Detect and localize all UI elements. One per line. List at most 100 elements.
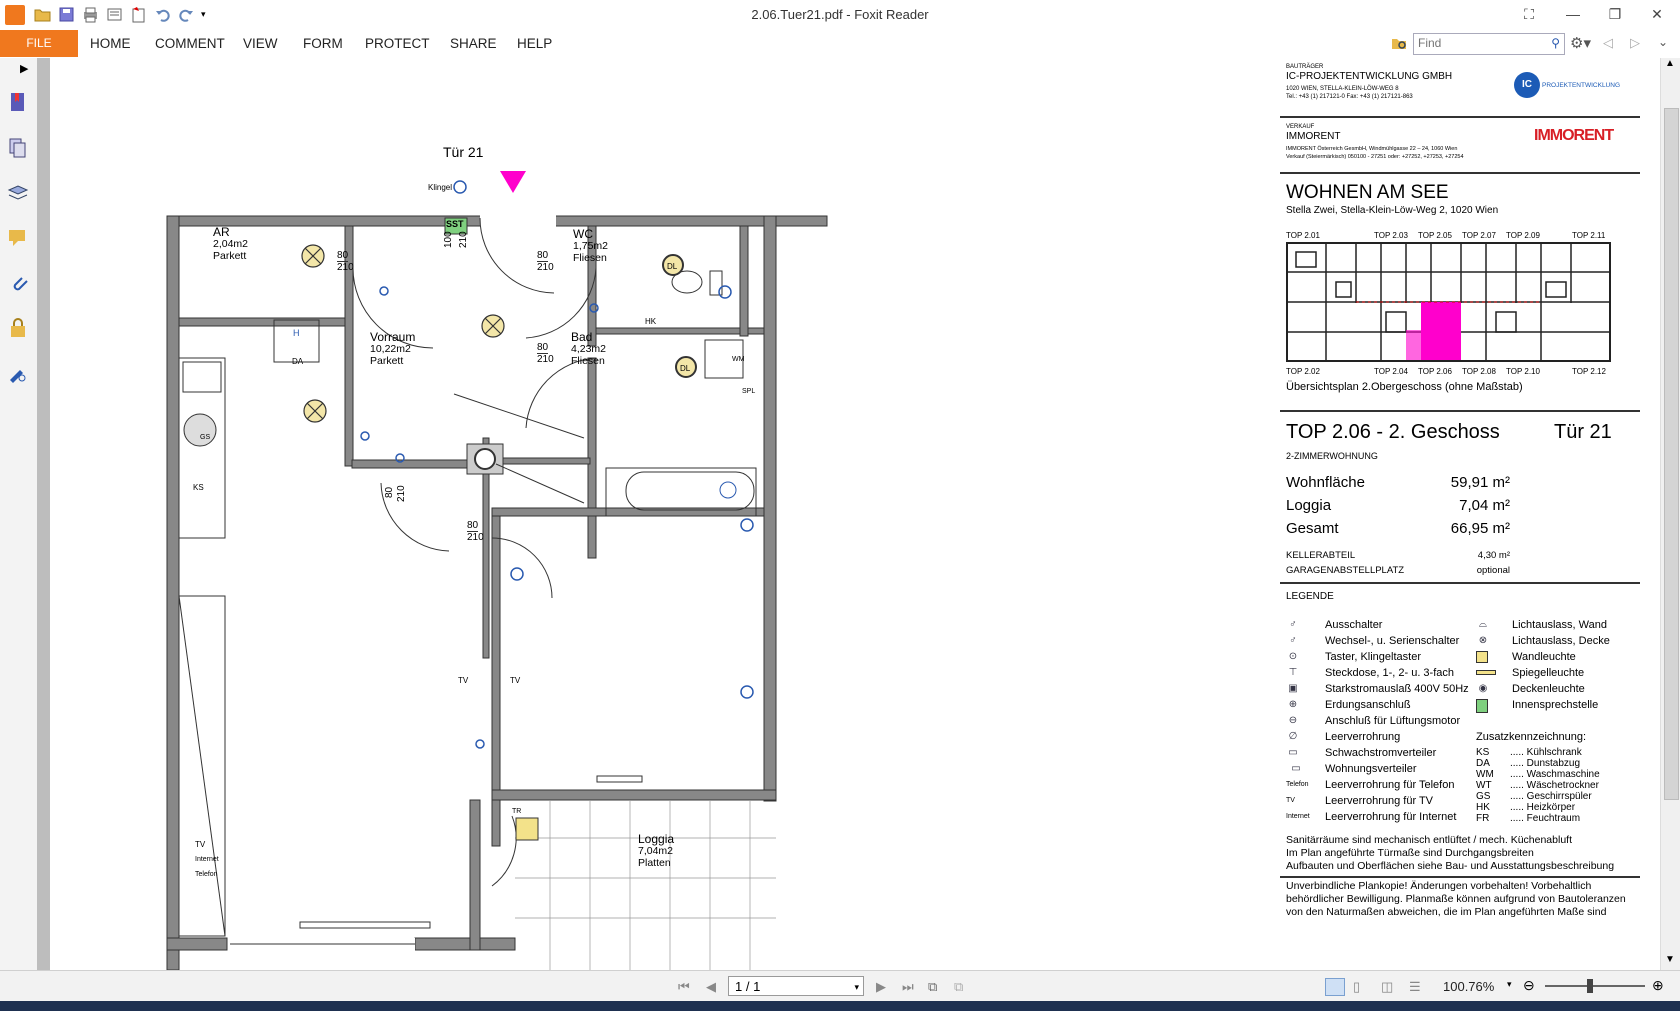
zoom-slider-thumb[interactable]: [1587, 979, 1593, 993]
last-page-icon[interactable]: ⏭: [902, 979, 918, 994]
extra-marks-title: Zusatzkennzeichnung:: [1476, 731, 1587, 743]
tab-share[interactable]: SHARE: [450, 30, 497, 57]
extra-value: 4,30 m²: [1477, 550, 1510, 561]
zoom-slider[interactable]: [1545, 979, 1645, 993]
plan-info-sheet: BAUTRÄGER IC-PROJEKTENTWICKLUNG GMBH 102…: [1270, 58, 1660, 970]
area-value: 59,91 m²: [1450, 474, 1510, 491]
unit-door: Tür 21: [1554, 421, 1612, 443]
immorent-logo: IMMORENT: [1534, 127, 1614, 144]
tab-help[interactable]: HELP: [517, 30, 552, 57]
continuous-facing-icon[interactable]: ☰: [1409, 979, 1425, 994]
disclaimer-line: Unverbindliche Plankopie! Änderungen vor…: [1286, 880, 1592, 892]
ks-label: KS: [193, 483, 204, 492]
extra-mark-label: ..... Geschirrspüler: [1510, 791, 1592, 802]
da-label: DA: [292, 357, 304, 366]
room-vorraum-floor: Parkett: [370, 355, 404, 367]
room-ar-floor: Parkett: [213, 250, 247, 262]
extra-mark-label: ..... Feuchtraum: [1510, 813, 1581, 824]
tab-protect[interactable]: PROTECT: [365, 30, 430, 57]
note-line: Im Plan angeführte Türmaße sind Durchgan…: [1286, 847, 1534, 859]
overview-bottom-label: TOP 2.10: [1506, 367, 1540, 376]
tab-comment[interactable]: COMMENT: [155, 30, 225, 57]
scroll-down-icon[interactable]: ▼: [1665, 954, 1675, 965]
tab-form[interactable]: FORM: [303, 30, 343, 57]
unit-type: 2-ZIMMERWOHNUNG: [1286, 451, 1378, 461]
bookmarks-icon[interactable]: [7, 91, 29, 113]
door-dim-height: 210: [537, 262, 554, 273]
close-button[interactable]: ✕: [1646, 4, 1668, 24]
attachments-icon[interactable]: [7, 272, 29, 294]
file-tab[interactable]: FILE: [0, 30, 78, 57]
overview-top-label: TOP 2.07: [1462, 231, 1496, 240]
entry-door-dim-width: 100: [443, 231, 454, 248]
zoom-level[interactable]: 100.76%: [1443, 979, 1494, 994]
previous-result-icon[interactable]: ◁: [1603, 35, 1613, 51]
ceiling-lamp-icon: ◉: [1478, 683, 1488, 694]
tab-home[interactable]: HOME: [90, 30, 131, 57]
hk-label: HK: [645, 317, 657, 326]
extra-label: GARAGENABSTELLPLATZ: [1286, 565, 1405, 576]
next-result-icon[interactable]: ▷: [1630, 35, 1640, 51]
apartment-distributor-icon: ▭: [1291, 763, 1301, 774]
legend-left-item: Leerverrohrung für Telefon: [1325, 779, 1455, 791]
pages-icon[interactable]: [7, 137, 29, 159]
extra-mark-code: DA: [1476, 758, 1490, 769]
extra-mark-label: ..... Kühlschrank: [1510, 747, 1582, 758]
next-page-icon[interactable]: ▶: [876, 979, 892, 994]
door-dim-width: 80: [537, 250, 549, 262]
extra-mark-label: ..... Waschmaschine: [1510, 769, 1600, 780]
extra-mark-label: ..... Wäschetrockner: [1510, 780, 1599, 791]
switch-icon: ♂: [1289, 619, 1297, 630]
internet-outlet-label: Internet: [195, 856, 219, 863]
minimize-button[interactable]: —: [1562, 4, 1584, 24]
legend-left-item: Anschluß für Lüftungsmotor: [1325, 715, 1461, 727]
next-view-icon[interactable]: ⧉: [954, 979, 970, 994]
search-folder-icon[interactable]: [1391, 35, 1407, 51]
page-number-field[interactable]: 1 / 1 ▾: [728, 976, 864, 996]
bell-label: Klingel: [428, 183, 453, 192]
scroll-thumb[interactable]: [1664, 108, 1679, 800]
previous-page-icon[interactable]: ◀: [706, 979, 722, 994]
ribbon-menu-bar: FILE HOME COMMENT VIEW FORM PROTECT SHAR…: [0, 30, 1680, 59]
tv-outlet-label: TV: [458, 676, 469, 685]
area-value: 66,95 m²: [1450, 520, 1510, 537]
single-page-icon[interactable]: [1325, 978, 1345, 996]
project-title: WOHNEN AM SEE: [1286, 182, 1449, 203]
signatures-icon[interactable]: [7, 362, 29, 384]
extra-mark-code: WM: [1476, 769, 1494, 780]
vertical-scrollbar[interactable]: ▲ ▼: [1660, 58, 1680, 970]
extra-mark-code: FR: [1476, 813, 1490, 824]
unit-title: TOP 2.06 - 2. Geschoss: [1286, 421, 1500, 443]
fullscreen-icon[interactable]: ⛶: [1518, 4, 1540, 24]
settings-gear-icon[interactable]: ⚙▾: [1570, 34, 1591, 52]
legend-left-item: Schwachstromverteiler: [1325, 747, 1437, 759]
overview-bottom-label: TOP 2.12: [1572, 367, 1606, 376]
door-dim-height: 210: [337, 262, 354, 273]
status-bar: ⏮ ◀ 1 / 1 ▾ ▶ ⏭ ⧉ ⧉ ▯ ◫ ☰ 100.76% ▾ ⊖ ⊕: [0, 970, 1680, 1002]
overview-floor-plan: [1286, 242, 1611, 362]
first-page-icon[interactable]: ⏮: [678, 979, 694, 994]
zoom-dropdown-icon[interactable]: ▾: [1507, 979, 1512, 990]
door-label: Tür 21: [443, 144, 484, 160]
developer-phone: Tel.: +43 (1) 217121-0 Fax: +43 (1) 2171…: [1286, 94, 1413, 100]
layers-icon[interactable]: [7, 182, 29, 204]
comments-icon[interactable]: [7, 227, 29, 249]
restore-button[interactable]: ❐: [1604, 4, 1626, 24]
collapse-ribbon-icon[interactable]: ⌄: [1658, 35, 1668, 49]
search-icon[interactable]: ⚲: [1551, 36, 1560, 50]
find-input[interactable]: [1414, 34, 1536, 52]
tab-view[interactable]: VIEW: [243, 30, 278, 57]
tr-label: TR: [512, 808, 522, 815]
expand-panel-icon[interactable]: ▶: [20, 62, 28, 75]
door-dim-width: 80: [537, 342, 549, 354]
previous-view-icon[interactable]: ⧉: [928, 979, 944, 994]
security-lock-icon[interactable]: [7, 317, 29, 339]
facing-page-icon[interactable]: ◫: [1381, 979, 1397, 994]
continuous-page-icon[interactable]: ▯: [1353, 979, 1369, 994]
panel-splitter[interactable]: [37, 58, 50, 970]
page-dropdown-icon[interactable]: ▾: [854, 977, 859, 997]
overview-bottom-label: TOP 2.06: [1418, 367, 1452, 376]
scroll-up-icon[interactable]: ▲: [1665, 58, 1675, 69]
zoom-in-icon[interactable]: ⊕: [1652, 977, 1664, 994]
zoom-out-icon[interactable]: ⊖: [1523, 977, 1535, 994]
